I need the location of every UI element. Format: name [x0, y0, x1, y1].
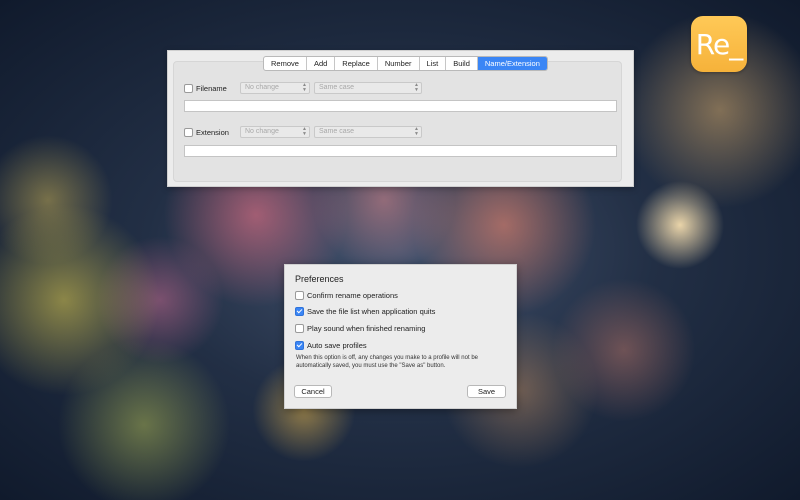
extension-change-select[interactable]: No change ▲ ▼ — [240, 126, 310, 138]
save-file-list-label: Save the file list when application quit… — [307, 307, 436, 316]
confirm-rename-label: Confirm rename operations — [307, 291, 398, 300]
preferences-title: Preferences — [295, 274, 344, 284]
tab-add[interactable]: Add — [307, 57, 336, 70]
app-icon[interactable]: Re_ — [691, 16, 747, 72]
extension-label: Extension — [196, 127, 229, 137]
auto-save-profiles-checkbox[interactable] — [295, 341, 304, 350]
tab-build[interactable]: Build — [446, 57, 478, 70]
tab-name-extension[interactable]: Name/Extension — [477, 57, 547, 70]
extension-case-select[interactable]: Same case ▲ ▼ — [314, 126, 422, 138]
tab-number[interactable]: Number — [378, 57, 420, 70]
rename-panel: Remove Add Replace Number List Build Nam… — [167, 50, 634, 187]
extension-input[interactable] — [184, 145, 617, 157]
filename-case-select[interactable]: Same case ▲ ▼ — [314, 82, 422, 94]
option-auto-save-profiles[interactable]: Auto save profiles — [295, 341, 367, 350]
auto-save-profiles-label: Auto save profiles — [307, 341, 367, 350]
play-sound-checkbox[interactable] — [295, 324, 304, 333]
extension-row: Extension No change ▲ ▼ Same case ▲ ▼ — [184, 126, 426, 138]
chevron-updown-icon: ▲ ▼ — [302, 126, 307, 137]
tab-remove[interactable]: Remove — [264, 57, 307, 70]
filename-label: Filename — [196, 83, 227, 93]
preferences-dialog: Preferences Confirm rename operations Sa… — [284, 264, 517, 409]
auto-save-note: When this option is off, any changes you… — [296, 355, 478, 369]
tab-list[interactable]: List — [420, 57, 447, 70]
extension-case-value: Same case — [319, 128, 355, 135]
play-sound-label: Play sound when finished renaming — [307, 324, 426, 333]
option-confirm-rename[interactable]: Confirm rename operations — [295, 291, 398, 300]
chevron-updown-icon: ▲ ▼ — [414, 82, 419, 93]
extension-change-value: No change — [245, 128, 279, 135]
filename-change-select[interactable]: No change ▲ ▼ — [240, 82, 310, 94]
tab-content: Filename No change ▲ ▼ Same case ▲ ▼ Exten… — [173, 61, 622, 182]
cancel-button[interactable]: Cancel — [294, 385, 332, 398]
filename-checkbox[interactable] — [184, 83, 193, 93]
extension-checkbox[interactable] — [184, 127, 193, 137]
tab-bar: Remove Add Replace Number List Build Nam… — [263, 56, 548, 71]
filename-change-value: No change — [245, 84, 279, 91]
option-save-file-list[interactable]: Save the file list when application quit… — [295, 307, 435, 316]
chevron-updown-icon: ▲ ▼ — [414, 126, 419, 137]
confirm-rename-checkbox[interactable] — [295, 291, 304, 300]
filename-row: Filename No change ▲ ▼ Same case ▲ ▼ — [184, 82, 426, 94]
filename-case-value: Same case — [319, 84, 355, 91]
save-button[interactable]: Save — [467, 385, 506, 398]
option-play-sound[interactable]: Play sound when finished renaming — [295, 324, 425, 333]
save-file-list-checkbox[interactable] — [295, 307, 304, 316]
chevron-updown-icon: ▲ ▼ — [302, 82, 307, 93]
tab-replace[interactable]: Replace — [335, 57, 378, 70]
app-icon-label: Re_ — [695, 27, 743, 61]
filename-input[interactable] — [184, 100, 617, 112]
